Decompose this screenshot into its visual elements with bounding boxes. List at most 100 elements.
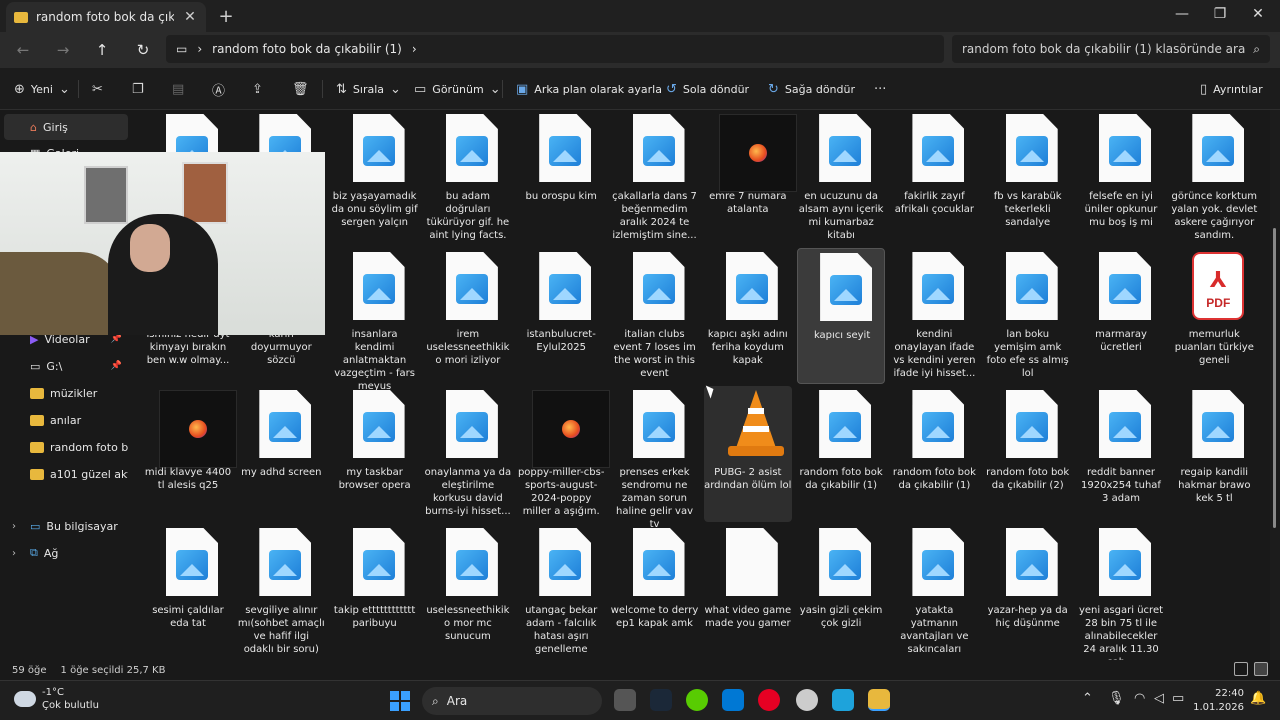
refresh-icon[interactable]: ↻	[130, 38, 156, 62]
file-item[interactable]: yatakta yatmanın avantajları ve sakıncal…	[890, 524, 978, 660]
vertical-scrollbar[interactable]	[1270, 110, 1280, 660]
file-item[interactable]: what video game made you gamer	[704, 524, 792, 660]
file-item[interactable]: kapıcı aşkı adını feriha koydum kapak	[704, 248, 792, 384]
sidebar-item-network[interactable]: › ⧉ Ağ	[4, 540, 128, 566]
file-item[interactable]: utangaç bekar adam - falcılık hatası aşı…	[517, 524, 605, 660]
file-item[interactable]: felsefe en iyi üniler opkunur mu boş iş …	[1077, 110, 1165, 246]
notification-icon[interactable]: 🔔	[1250, 691, 1266, 706]
file-item[interactable]: sevgiliye alınır mı(sohbet amaçlı ve haf…	[237, 524, 325, 660]
file-item[interactable]: onaylanma ya da eleştirilme korkusu davi…	[424, 386, 512, 522]
new-button[interactable]: ⊕ Yeni ⌄	[14, 78, 70, 100]
file-item[interactable]: irem uselessneethikiko mori izliyor	[424, 248, 512, 384]
sidebar-item-anilar[interactable]: anılar	[4, 407, 128, 433]
sidebar-item-home[interactable]: ⌂ Giriş	[4, 114, 128, 140]
address-bar[interactable]: ▭ › random foto bok da çıkabilir (1) ›	[166, 35, 944, 63]
file-item[interactable]: italian clubs event 7 loses im the worst…	[611, 248, 699, 384]
details-button[interactable]: ▯ Ayrıntılar	[1200, 78, 1263, 100]
file-item[interactable]: lan boku yemişim amk foto efe ss almış l…	[984, 248, 1072, 384]
wifi-icon[interactable]: ◠	[1134, 691, 1145, 706]
file-item[interactable]: random foto bok da çıkabilir (1)	[890, 386, 978, 522]
details-view-icon[interactable]	[1234, 662, 1248, 676]
sidebar-item-random-foto[interactable]: random foto bok d	[4, 434, 128, 460]
file-item[interactable]: ⅄ PDF memurluk puanları türkiye geneli	[1170, 248, 1258, 384]
chevron-right-icon[interactable]: ›	[12, 548, 16, 559]
file-item[interactable]: yazar-hep ya da hiç düşünme	[984, 524, 1072, 660]
new-tab-button[interactable]: +	[218, 6, 234, 27]
forward-arrow-icon[interactable]: →	[50, 38, 76, 62]
taskbar-search[interactable]: ⌕ Ara	[422, 687, 602, 715]
sort-button[interactable]: ⇅ Sırala ⌄	[336, 78, 401, 100]
copy-button[interactable]: ❐	[132, 78, 144, 100]
maximize-button[interactable]: ❐	[1200, 0, 1240, 28]
file-item[interactable]: random foto bok da çıkabilir (1)	[797, 386, 885, 522]
file-item[interactable]: fakirlik zayıf afrikalı çocuklar	[890, 110, 978, 246]
up-arrow-icon[interactable]: ↑	[89, 38, 115, 62]
file-item[interactable]: yeni asgari ücret 28 bin 75 tl ile alına…	[1077, 524, 1165, 660]
start-button[interactable]	[390, 691, 410, 711]
file-item[interactable]: bu orospu kim	[517, 110, 605, 246]
file-item[interactable]: kendini onaylayan ifade vs kendini yeren…	[890, 248, 978, 384]
file-item[interactable]: regaip kandili hakmar brawo kek 5 tl	[1170, 386, 1258, 522]
file-item[interactable]: en ucuzunu da alsam aynı içerik mi kumar…	[797, 110, 885, 246]
file-item[interactable]: my taskbar browser opera	[331, 386, 419, 522]
rename-button[interactable]: Ⓐ	[212, 78, 225, 100]
tab-active[interactable]: random foto bok da çıkabilir ( ✕	[6, 2, 206, 32]
search-input[interactable]: random foto bok da çıkabilir (1) klasörü…	[952, 35, 1270, 63]
mail-icon[interactable]	[722, 689, 744, 711]
set-background-button[interactable]: ▣ Arka plan olarak ayarla	[516, 78, 662, 100]
file-item[interactable]: biz yaşayamadık da onu söylim gif sergen…	[331, 110, 419, 246]
close-button[interactable]: ✕	[1238, 0, 1278, 28]
sidebar-item-a101[interactable]: a101 güzel aktüel	[4, 461, 128, 487]
breadcrumb[interactable]: random foto bok da çıkabilir (1)	[212, 42, 402, 56]
file-item[interactable]: kapıcı seyit	[797, 248, 886, 384]
file-explorer-icon[interactable]	[868, 689, 890, 711]
sidebar-item-drive-g[interactable]: ▭ G:\ 📌	[4, 353, 128, 379]
file-item[interactable]: görünce korktum yalan yok. devlet askere…	[1170, 110, 1258, 246]
view-button[interactable]: ▭ Görünüm ⌄	[414, 78, 501, 100]
file-item[interactable]: poppy-miller-cbs-sports-august-2024-popp…	[517, 386, 611, 522]
sidebar-item-muzikler[interactable]: müzikler	[4, 380, 128, 406]
file-item[interactable]: PUBG- 2 asist ardından ölüm lol	[703, 386, 792, 522]
back-arrow-icon[interactable]: ←	[10, 38, 36, 62]
file-item[interactable]: random foto bok da çıkabilir (2)	[984, 386, 1072, 522]
file-item[interactable]: insanlara kendimi anlatmaktan vazgeçtim …	[331, 248, 419, 392]
chevron-right-icon[interactable]: ›	[412, 42, 417, 56]
file-item[interactable]: fb vs karabük tekerlekli sandalye	[984, 110, 1072, 246]
file-item[interactable]: yasin gizli çekim çok gizli	[797, 524, 885, 660]
file-item[interactable]: midi klavye 4400 tl alesis q25	[144, 386, 237, 522]
weather-widget[interactable]: -1°C Çok bulutlu	[10, 686, 99, 712]
delete-button[interactable]: 🗑	[292, 78, 309, 100]
file-item[interactable]: takip etttttttttttt paribuyu	[331, 524, 419, 660]
sidebar-item-this-pc[interactable]: › ▭ Bu bilgisayar	[4, 513, 128, 539]
file-item[interactable]: prenses erkek sendromu ne zaman sorun ha…	[611, 386, 699, 530]
share-button[interactable]: ⇪	[252, 78, 263, 100]
paste-button[interactable]: ▤	[172, 78, 184, 100]
chatgpt-icon[interactable]	[796, 689, 818, 711]
task-view-icon[interactable]	[614, 689, 636, 711]
clock[interactable]: 22:40 1.01.2026	[1188, 687, 1244, 715]
file-item[interactable]: sesimi çaldılar eda tat	[144, 524, 232, 660]
file-item[interactable]: çakallarla dans 7 beğenmedim aralık 2024…	[611, 110, 699, 246]
file-item[interactable]: istanbulucret-Eylul2025	[517, 248, 605, 384]
file-item[interactable]: welcome to derry ep1 kapak amk	[611, 524, 699, 660]
file-item[interactable]: emre 7 numara atalanta	[704, 110, 797, 246]
rotate-right-button[interactable]: ↻ Sağa döndür	[768, 78, 855, 100]
cut-button[interactable]: ✂	[92, 78, 103, 100]
battery-icon[interactable]: ▭	[1172, 691, 1184, 706]
file-item[interactable]: marmaray ücretleri	[1077, 248, 1165, 384]
large-icons-view-icon[interactable]	[1254, 662, 1268, 676]
rotate-left-button[interactable]: ↺ Sola döndür	[666, 78, 749, 100]
duolingo-icon[interactable]	[686, 689, 708, 711]
file-item[interactable]: uselessneethikiko mor mc sunucum	[424, 524, 512, 660]
steam-icon[interactable]	[650, 689, 672, 711]
more-options-button[interactable]: ···	[874, 78, 886, 100]
volume-icon[interactable]: ◁	[1154, 691, 1164, 706]
notepad-icon[interactable]	[832, 689, 854, 711]
pinterest-icon[interactable]	[758, 689, 780, 711]
chevron-up-icon[interactable]: ⌃	[1082, 691, 1093, 706]
microphone-icon[interactable]: 🎙	[1108, 691, 1125, 706]
file-item[interactable]: bu adam doğruları tükürüyor gif. he aint…	[424, 110, 512, 246]
minimize-button[interactable]: —	[1162, 0, 1202, 28]
chevron-right-icon[interactable]: ›	[12, 521, 16, 532]
scrollbar-thumb[interactable]	[1273, 228, 1276, 528]
